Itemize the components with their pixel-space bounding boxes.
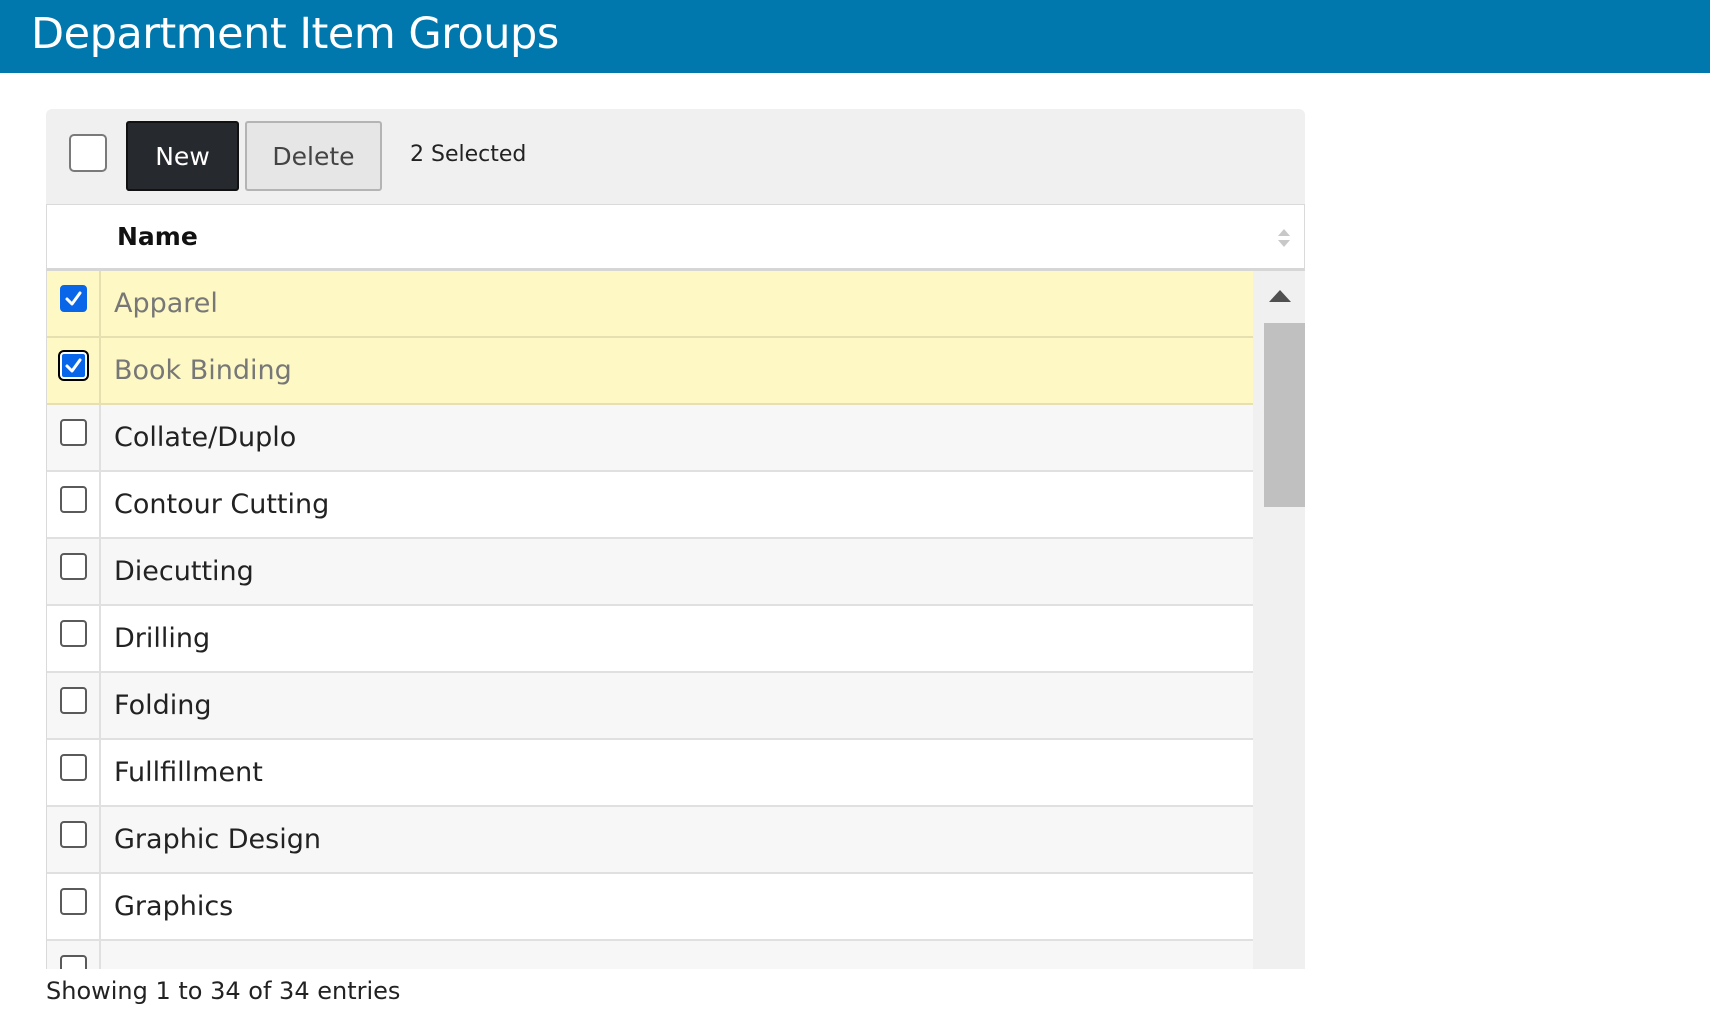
row-checkbox[interactable] [60, 419, 87, 446]
row-name-cell: Diecutting [114, 556, 254, 587]
row-select-cell [47, 405, 101, 470]
row-select-cell [47, 472, 101, 537]
row-checkbox[interactable] [60, 821, 87, 848]
row-select-cell [47, 874, 101, 939]
table-header: Name [46, 204, 1305, 271]
triangle-up-icon[interactable] [1268, 289, 1292, 303]
table-row[interactable]: Graphics [47, 874, 1253, 941]
page-title: Department Item Groups [31, 9, 559, 59]
table-row[interactable]: Book Binding [47, 338, 1253, 405]
row-select-cell [47, 606, 101, 671]
new-button[interactable]: New [126, 121, 239, 191]
row-checkbox[interactable] [60, 888, 87, 915]
row-name-cell: Contour Cutting [114, 489, 330, 520]
row-name-cell: Drilling [114, 623, 211, 654]
row-checkbox[interactable] [60, 486, 87, 513]
table-row[interactable]: Graphic Design [47, 807, 1253, 874]
row-checkbox[interactable] [60, 754, 87, 781]
row-select-cell [47, 271, 101, 336]
checkmark-icon [65, 291, 82, 306]
row-checkbox[interactable] [60, 687, 87, 714]
scrollbar-thumb[interactable] [1264, 323, 1305, 507]
table-row[interactable]: Folding [47, 673, 1253, 740]
selected-count: 2 Selected [410, 142, 527, 167]
row-checkbox[interactable] [60, 955, 87, 969]
delete-button[interactable]: Delete [245, 121, 382, 191]
select-all-checkbox[interactable] [69, 134, 107, 172]
row-select-cell [47, 539, 101, 604]
table-row[interactable]: Contour Cutting [47, 472, 1253, 539]
row-name-cell: Graphics [114, 891, 234, 922]
table-info: Showing 1 to 34 of 34 entries [46, 977, 401, 1005]
row-select-cell [47, 338, 101, 403]
row-name-cell: Collate/Duplo [114, 422, 297, 453]
row-checkbox[interactable] [60, 620, 87, 647]
page-header: Department Item Groups [0, 0, 1710, 73]
vertical-scrollbar[interactable] [1254, 271, 1305, 969]
sort-icon[interactable] [1277, 228, 1291, 248]
table-row[interactable]: Collate/Duplo [47, 405, 1253, 472]
row-select-cell [47, 740, 101, 805]
checkmark-icon [65, 358, 82, 373]
row-checkbox[interactable] [60, 285, 87, 312]
row-checkbox[interactable] [60, 352, 87, 379]
table-row[interactable]: Drilling [47, 606, 1253, 673]
table-row[interactable]: Diecutting [47, 539, 1253, 606]
table-body: Apparel Book Binding Collate/Duplo Contour … [46, 271, 1253, 969]
toolbar: New Delete 2 Selected [46, 109, 1305, 204]
row-name-cell: Apparel [114, 288, 218, 319]
table-row[interactable] [47, 941, 1253, 969]
row-name-cell: Folding [114, 690, 212, 721]
row-name-cell: Book Binding [114, 355, 292, 386]
row-name-cell: Graphic Design [114, 824, 321, 855]
row-select-cell [47, 941, 101, 969]
row-checkbox[interactable] [60, 553, 87, 580]
item-groups-panel: New Delete 2 Selected Name Apparel Book B… [46, 109, 1305, 969]
row-select-cell [47, 673, 101, 738]
row-select-cell [47, 807, 101, 872]
table-row[interactable]: Apparel [47, 271, 1253, 338]
row-name-cell: Fullfillment [114, 757, 263, 788]
column-header-name[interactable]: Name [117, 222, 198, 252]
table-row[interactable]: Fullfillment [47, 740, 1253, 807]
